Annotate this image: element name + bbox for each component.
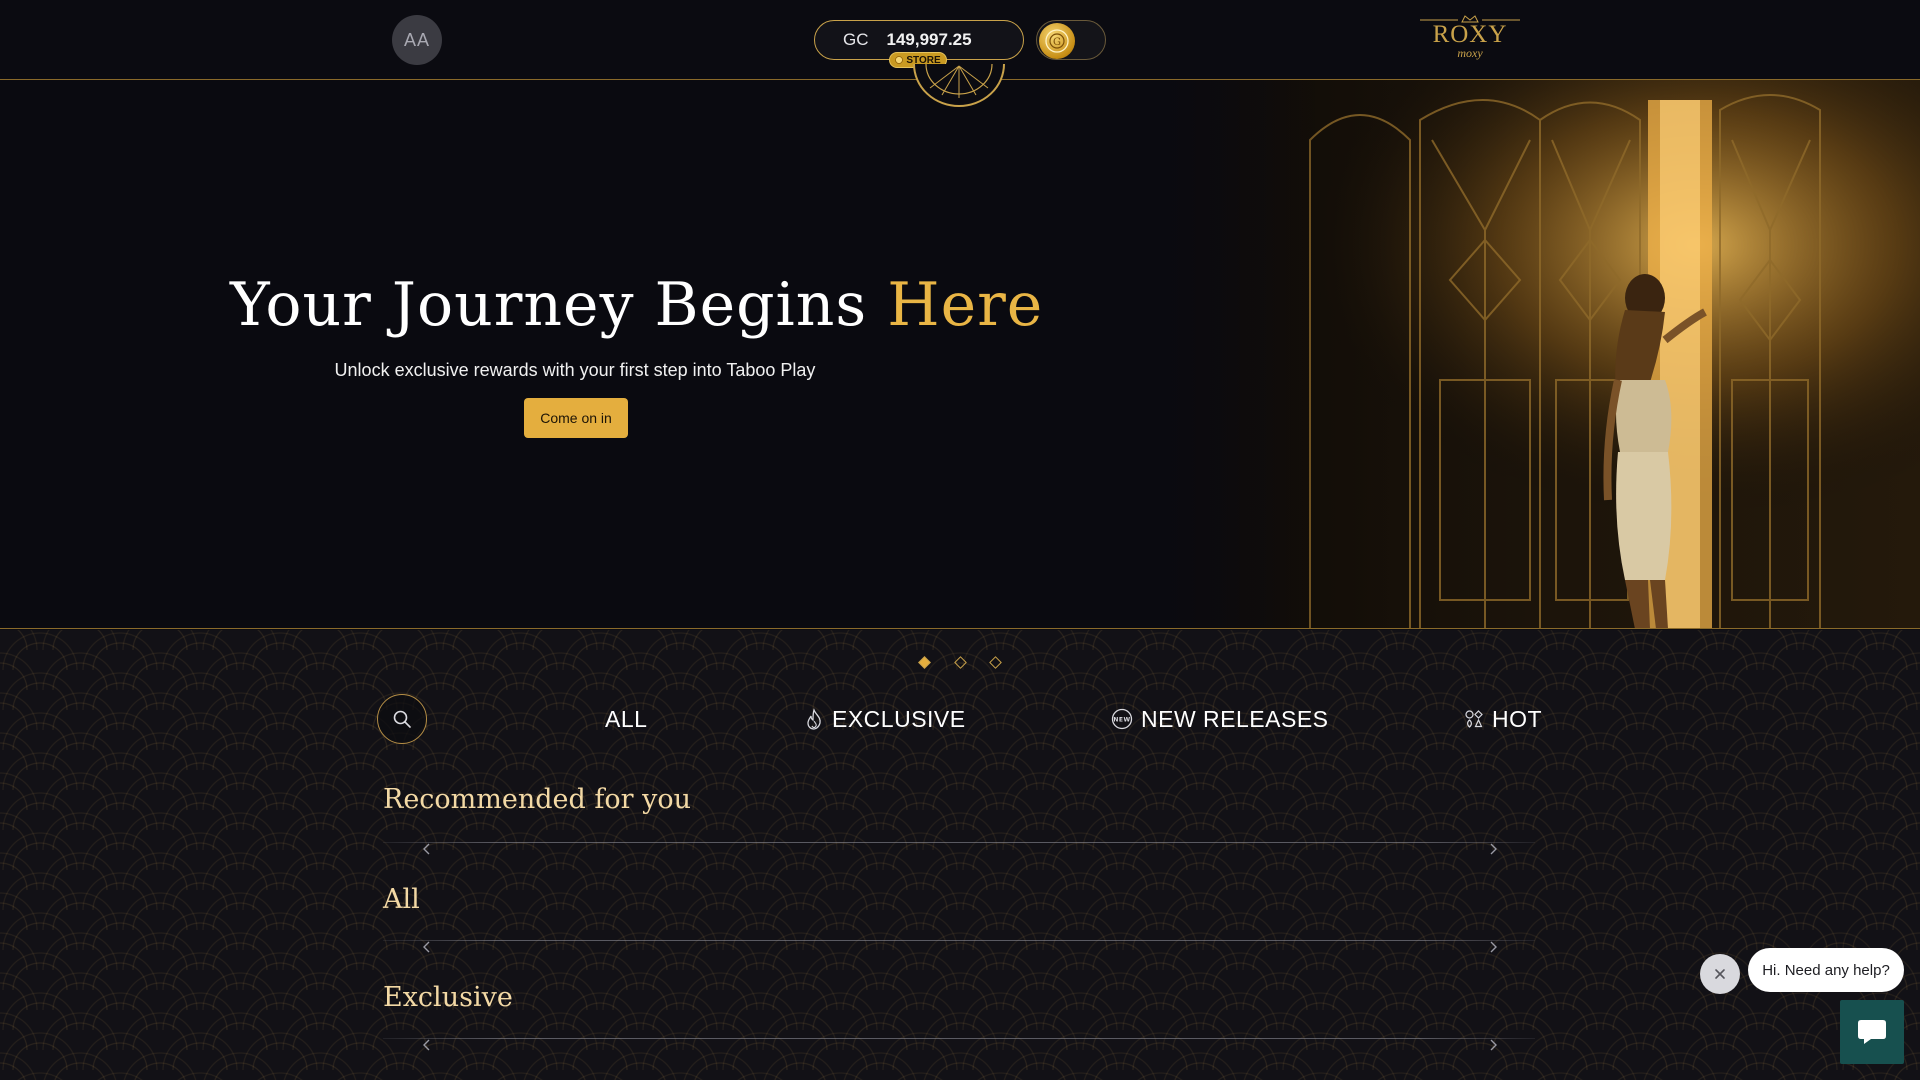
hero-title-main: Your Journey Begins (230, 270, 888, 340)
section-title-recommended: Recommended for you (383, 784, 692, 815)
carousel-dot-2[interactable] (953, 656, 967, 669)
section-title-all: All (383, 884, 420, 915)
come-on-in-button[interactable]: Come on in (524, 398, 628, 438)
section-title-exclusive: Exclusive (383, 982, 513, 1013)
coin-icon (895, 56, 904, 64)
tab-hot[interactable]: HOT (1464, 702, 1542, 736)
hero-subtitle: Unlock exclusive rewards with your first… (334, 360, 816, 380)
chevron-left-icon[interactable] (420, 1038, 434, 1052)
chat-launcher-button[interactable] (1840, 1000, 1904, 1064)
chevron-left-icon[interactable] (420, 940, 434, 954)
logo-sub: moxy (1457, 46, 1483, 60)
roxy-moxy-logo[interactable]: ROXY moxy (1418, 14, 1522, 62)
recommended-row-divider (383, 842, 1535, 843)
logo-ornament-icon (1420, 15, 1520, 23)
svg-text:NEW: NEW (1113, 717, 1130, 724)
search-button[interactable] (377, 694, 427, 744)
user-avatar[interactable]: AA (392, 15, 442, 65)
chevron-right-icon[interactable] (1486, 842, 1500, 856)
hero-title: Your Journey Begins Here (230, 270, 1042, 340)
new-badge-icon: NEW (1111, 708, 1133, 730)
avatar-initials: AA (403, 29, 430, 50)
carousel-dot-3[interactable] (989, 656, 1002, 669)
tab-new-releases-label: NEW RELEASES (1141, 705, 1329, 732)
logo-brand: ROXY (1432, 21, 1508, 48)
close-icon (1715, 969, 1725, 979)
cards-icon (1465, 710, 1483, 728)
chevron-right-icon[interactable] (1486, 1038, 1500, 1052)
tab-exclusive-label: EXCLUSIVE (832, 705, 966, 732)
hero-illustration (1120, 80, 1920, 628)
help-message-bubble[interactable]: Hi. Need any help? (1748, 948, 1904, 992)
flame-icon (807, 708, 821, 730)
tab-new-releases[interactable]: NEW NEW RELEASES (1111, 702, 1329, 736)
chevron-left-icon[interactable] (420, 842, 434, 856)
chat-bubble-icon (1858, 1020, 1886, 1044)
all-row-divider (383, 940, 1535, 941)
carousel-dot-1[interactable] (918, 656, 931, 669)
currency-label: GC (843, 30, 869, 49)
svg-text:G: G (1053, 37, 1061, 48)
tab-hot-label: HOT (1492, 705, 1543, 732)
hero-banner: Your Journey Begins Here Unlock exclusiv… (0, 80, 1920, 629)
currency-toggle[interactable]: G (1036, 20, 1106, 60)
games-section: ALL EXCLUSIVE NEW NEW RELEASES HOT Recom… (0, 630, 1920, 1080)
carousel-dots (918, 656, 1002, 670)
tab-all[interactable]: ALL (605, 702, 647, 736)
hero-title-highlight: Here (887, 270, 1044, 340)
exclusive-row-divider (383, 1038, 1535, 1039)
help-close-button[interactable] (1700, 954, 1740, 994)
tab-all-label: ALL (605, 705, 648, 732)
search-icon (393, 710, 411, 728)
gold-coin-icon: G (1039, 23, 1075, 59)
balance-amount: 149,997.25 (886, 30, 972, 49)
chevron-right-icon[interactable] (1486, 940, 1500, 954)
art-deco-door-icon (1120, 80, 1920, 628)
tab-exclusive[interactable]: EXCLUSIVE (804, 702, 966, 736)
help-bubble-text: Hi. Need any help? (1762, 961, 1890, 979)
fan-ornament-icon (913, 63, 1005, 107)
